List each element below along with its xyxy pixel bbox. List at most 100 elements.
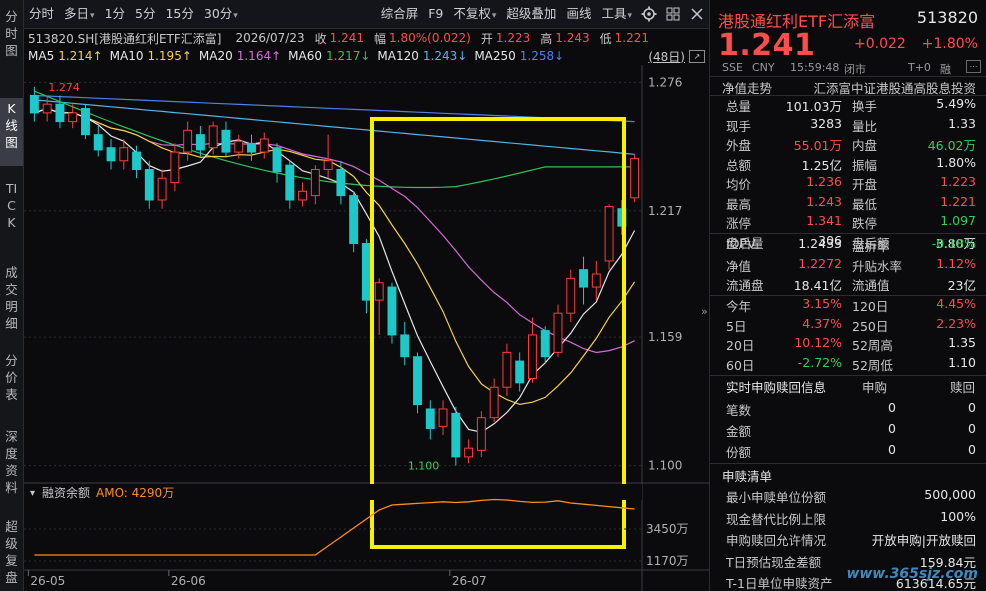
candle-body: [438, 408, 448, 427]
ma-name: MA10: [109, 49, 144, 63]
left-tab-1[interactable]: K线图: [0, 98, 23, 166]
period-btn-5m[interactable]: 5分: [130, 3, 160, 25]
ma60-line: [34, 90, 635, 189]
stat-key: 升贴水率: [852, 258, 903, 274]
stat-value: 1.221: [940, 193, 976, 209]
sep: [710, 76, 986, 77]
candle-body: [374, 282, 384, 301]
kline-chart[interactable]: 1.276 1.217 1.159 1.100 1.274 1.100 ▾ 融资余额 AMO: …: [24, 65, 709, 591]
ma-legend-item: MA20 1.164↑: [199, 49, 281, 63]
candle-body: [591, 273, 601, 288]
stat-value: 1.223: [940, 174, 976, 189]
stat-key: 均价: [726, 177, 752, 192]
stat-value: -0.18%: [931, 236, 976, 251]
candle-body: [157, 177, 167, 201]
ma-name: MA5: [28, 49, 55, 63]
stat-key: 最低: [852, 196, 878, 212]
list-title: 申赎清单: [722, 469, 773, 484]
overlay-button[interactable]: 超级叠加: [501, 3, 561, 25]
period-btn-fenshi[interactable]: 分时: [24, 3, 59, 25]
period-btn-30m[interactable]: 30分: [199, 3, 243, 25]
list-row-value: 开放申购|开放赎回: [871, 533, 976, 548]
left-tab-4[interactable]: 分价表: [0, 350, 23, 420]
ma-value: 1.195↑: [147, 49, 192, 63]
candle-body: [170, 151, 180, 184]
stat-key: 流通盘: [726, 278, 764, 293]
redeem-row-buy: 0: [888, 400, 896, 415]
stat-key: 52周高: [852, 338, 893, 353]
popout-icon[interactable]: ↗: [689, 49, 705, 63]
candle-body: [42, 103, 52, 114]
high-value: 1.243: [555, 31, 590, 45]
ma-legend-item: MA60 1.217↓: [288, 49, 370, 63]
left-tab-0[interactable]: 分时图: [0, 6, 23, 76]
stat-value: 2.23%: [936, 315, 976, 331]
left-tab-2[interactable]: TICK: [0, 178, 23, 256]
stat-value: 5.49%: [936, 96, 976, 111]
period-btn-duori[interactable]: 多日: [59, 3, 100, 25]
tools-button[interactable]: 工具: [596, 3, 637, 25]
candle-body: [81, 108, 90, 136]
left-tab-5[interactable]: 深度资料: [0, 426, 23, 510]
stat-value: -2.72%: [797, 354, 842, 370]
f9-button[interactable]: F9: [423, 3, 448, 25]
redeem-row-key: 金额: [726, 424, 752, 439]
candle-body: [413, 356, 422, 406]
stat-value: 1.097: [940, 213, 976, 228]
stat-key: 现手: [726, 118, 752, 134]
ma-name: MA60: [288, 49, 322, 63]
stat-key: 量比: [852, 118, 878, 134]
candle-body: [285, 164, 295, 201]
stat-key: 溢折率: [852, 239, 890, 254]
sub-panel-amo: AMO: 4290万: [96, 486, 174, 500]
draw-line-button[interactable]: 画线: [561, 3, 596, 25]
candle-body: [361, 243, 371, 301]
last-price: 1.241: [718, 28, 816, 63]
list-row-key: T-1日单位申赎资产: [726, 576, 833, 591]
sub-panel-collapse-icon: ▾: [30, 488, 35, 499]
low-value: 1.221: [614, 31, 649, 45]
stat-key: IOPV: [726, 236, 756, 251]
ma-legend-item: MA250 1.258↓: [474, 49, 564, 63]
list-row-key: 现金替代比例上限: [726, 511, 827, 527]
expand-panel-icon[interactable]: »: [701, 305, 708, 318]
redeem-row-buy: 0: [888, 421, 896, 436]
more-icon[interactable]: ⋯: [966, 60, 981, 73]
left-tab-3[interactable]: 成交明细: [0, 262, 23, 344]
candle-body: [540, 330, 550, 358]
candle-body: [310, 169, 320, 197]
stat-value: 10.12%: [794, 335, 842, 350]
x-tick-label: 26-07: [452, 574, 487, 588]
tile-layout-icon[interactable]: [663, 4, 683, 24]
candle-body: [93, 134, 103, 151]
candle-body: [68, 112, 78, 123]
list-row-value: 500,000: [924, 487, 976, 502]
bar-count[interactable]: (48日): [648, 48, 685, 65]
adjust-button[interactable]: 不复权: [448, 3, 501, 25]
stat-key: 总量: [726, 99, 752, 114]
period-btn-15m[interactable]: 15分: [160, 3, 198, 25]
redeem-col-buy: 申购: [862, 380, 888, 395]
close-label: 收: [314, 31, 327, 46]
settings-icon[interactable]: [639, 4, 659, 24]
candle-body: [349, 195, 359, 245]
ma-legend-item: MA120 1.243↓: [377, 49, 467, 63]
left-tab-6[interactable]: 超级复盘: [0, 516, 23, 588]
low-label: 低: [599, 31, 612, 46]
sub-y-label: 1170万: [646, 554, 689, 568]
quote-time: 15:59:48: [790, 61, 840, 74]
candle-body: [630, 158, 640, 199]
stat-value: 101.03万: [785, 99, 842, 114]
stat-value: 4.45%: [936, 296, 976, 311]
close-icon[interactable]: [687, 4, 707, 24]
composite-screen-button[interactable]: 综合屏: [376, 3, 424, 25]
stat-key: 外盘: [726, 138, 752, 153]
sep: [710, 375, 986, 376]
period-btn-1m[interactable]: 1分: [100, 3, 130, 25]
quote-panel: 港股通红利ETF汇添富 513820 1.241 +0.022 +1.80% SSE CNY…: [709, 0, 986, 591]
ma-name: MA250: [474, 49, 516, 63]
stat-key: 总额: [726, 157, 752, 173]
stat-value: 1.10: [948, 354, 976, 370]
ma-value: 1.243↓: [422, 49, 468, 63]
candle-body: [29, 94, 39, 114]
